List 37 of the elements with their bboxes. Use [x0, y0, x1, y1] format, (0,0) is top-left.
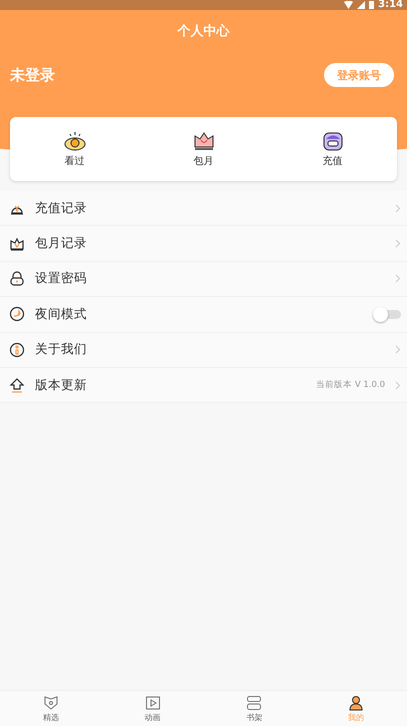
play-icon [144, 694, 161, 710]
crown-icon [192, 130, 214, 150]
menu-label: 充值记录 [35, 200, 88, 217]
chevron-right-icon [395, 239, 401, 248]
chevron-right-icon [395, 274, 401, 284]
piggy-bank-icon [322, 130, 344, 150]
signal-icon [357, 1, 366, 9]
chevron-right-icon [395, 345, 401, 354]
upload-icon [9, 377, 25, 394]
menu-label: 版本更新 [35, 376, 88, 394]
bookshelf-icon [246, 694, 262, 710]
lock-icon [9, 270, 25, 287]
shortcut-item[interactable]: 包月 [139, 117, 268, 181]
user-name: 未登录 [10, 66, 55, 84]
nav-tab[interactable]: 精选 [0, 691, 102, 726]
wifi-icon [344, 1, 354, 9]
toggle-switch[interactable] [375, 310, 401, 319]
person-icon [348, 694, 364, 710]
menu-label: 关于我们 [35, 341, 88, 358]
shortcut-item[interactable]: 看过 [10, 117, 139, 181]
chevron-right-icon [395, 204, 401, 213]
heart-shield-icon [42, 694, 59, 710]
nav-tab[interactable]: 书架 [204, 691, 306, 726]
nav-tab[interactable]: 动画 [102, 691, 204, 726]
menu-label: 包月记录 [35, 235, 88, 252]
shortcut-item[interactable]: 充值 [268, 117, 397, 181]
moon-icon [9, 306, 25, 322]
menu-row[interactable]: 关于我们 [0, 332, 407, 368]
chevron-right-icon [395, 380, 401, 390]
battery-icon [369, 1, 374, 9]
crown-icon [9, 236, 25, 252]
version-note: 当前版本 V 1.0.0 [316, 379, 385, 392]
menu-label: 夜间模式 [35, 306, 88, 323]
menu-label: 设置密码 [35, 270, 88, 288]
page-title: 个人中心 [176, 24, 231, 40]
info-icon [9, 342, 25, 358]
eye-icon [64, 130, 86, 150]
